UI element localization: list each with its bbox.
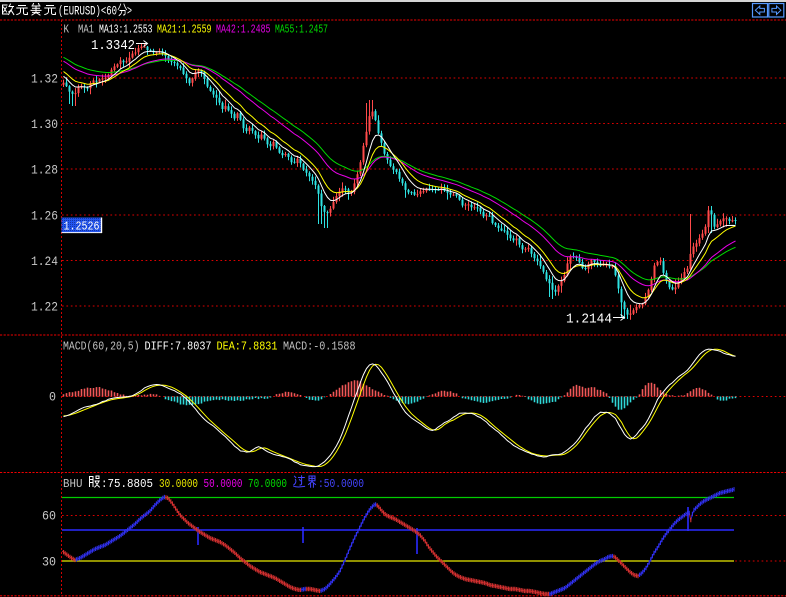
svg-text:MA21:1.2559: MA21:1.2559 (157, 23, 212, 37)
svg-text:BHU: BHU (63, 477, 83, 491)
svg-text:60: 60 (42, 510, 56, 524)
svg-text:MACD:-0.1588: MACD:-0.1588 (283, 340, 356, 354)
svg-text:1.32: 1.32 (31, 73, 58, 87)
svg-text:MA13:1.2553: MA13:1.2553 (99, 23, 153, 37)
svg-text:K: K (64, 23, 70, 37)
svg-text:MA42:1.2485: MA42:1.2485 (216, 23, 271, 37)
svg-text::50.0000: :50.0000 (318, 477, 364, 491)
svg-text:1.3342: 1.3342 (91, 39, 135, 54)
svg-text:DIFF:7.8037: DIFF:7.8037 (145, 340, 212, 354)
svg-text:MA1: MA1 (78, 23, 94, 37)
svg-text:1.26: 1.26 (31, 210, 58, 224)
svg-text:1.24: 1.24 (31, 255, 58, 269)
svg-text:50.0000: 50.0000 (204, 477, 243, 491)
svg-text:1.22: 1.22 (31, 301, 58, 315)
svg-text:DEA:7.8831: DEA:7.8831 (217, 340, 278, 354)
svg-text:30: 30 (42, 556, 56, 570)
svg-text:0: 0 (49, 391, 56, 405)
svg-text:1.30: 1.30 (31, 118, 58, 132)
svg-text:1.2144: 1.2144 (566, 313, 612, 328)
svg-text:(EURUSD)<60: (EURUSD)<60 (58, 5, 117, 19)
svg-text:30.0000: 30.0000 (159, 477, 198, 491)
svg-text::75.8805: :75.8805 (101, 477, 153, 491)
svg-text:MA55:1.2457: MA55:1.2457 (275, 23, 328, 37)
svg-text:1.28: 1.28 (31, 164, 58, 178)
svg-text:1.2526: 1.2526 (64, 220, 100, 234)
svg-text:70.0000: 70.0000 (248, 477, 287, 491)
svg-text:>: > (127, 5, 132, 19)
svg-text:MACD(60,20,5): MACD(60,20,5) (63, 340, 140, 354)
